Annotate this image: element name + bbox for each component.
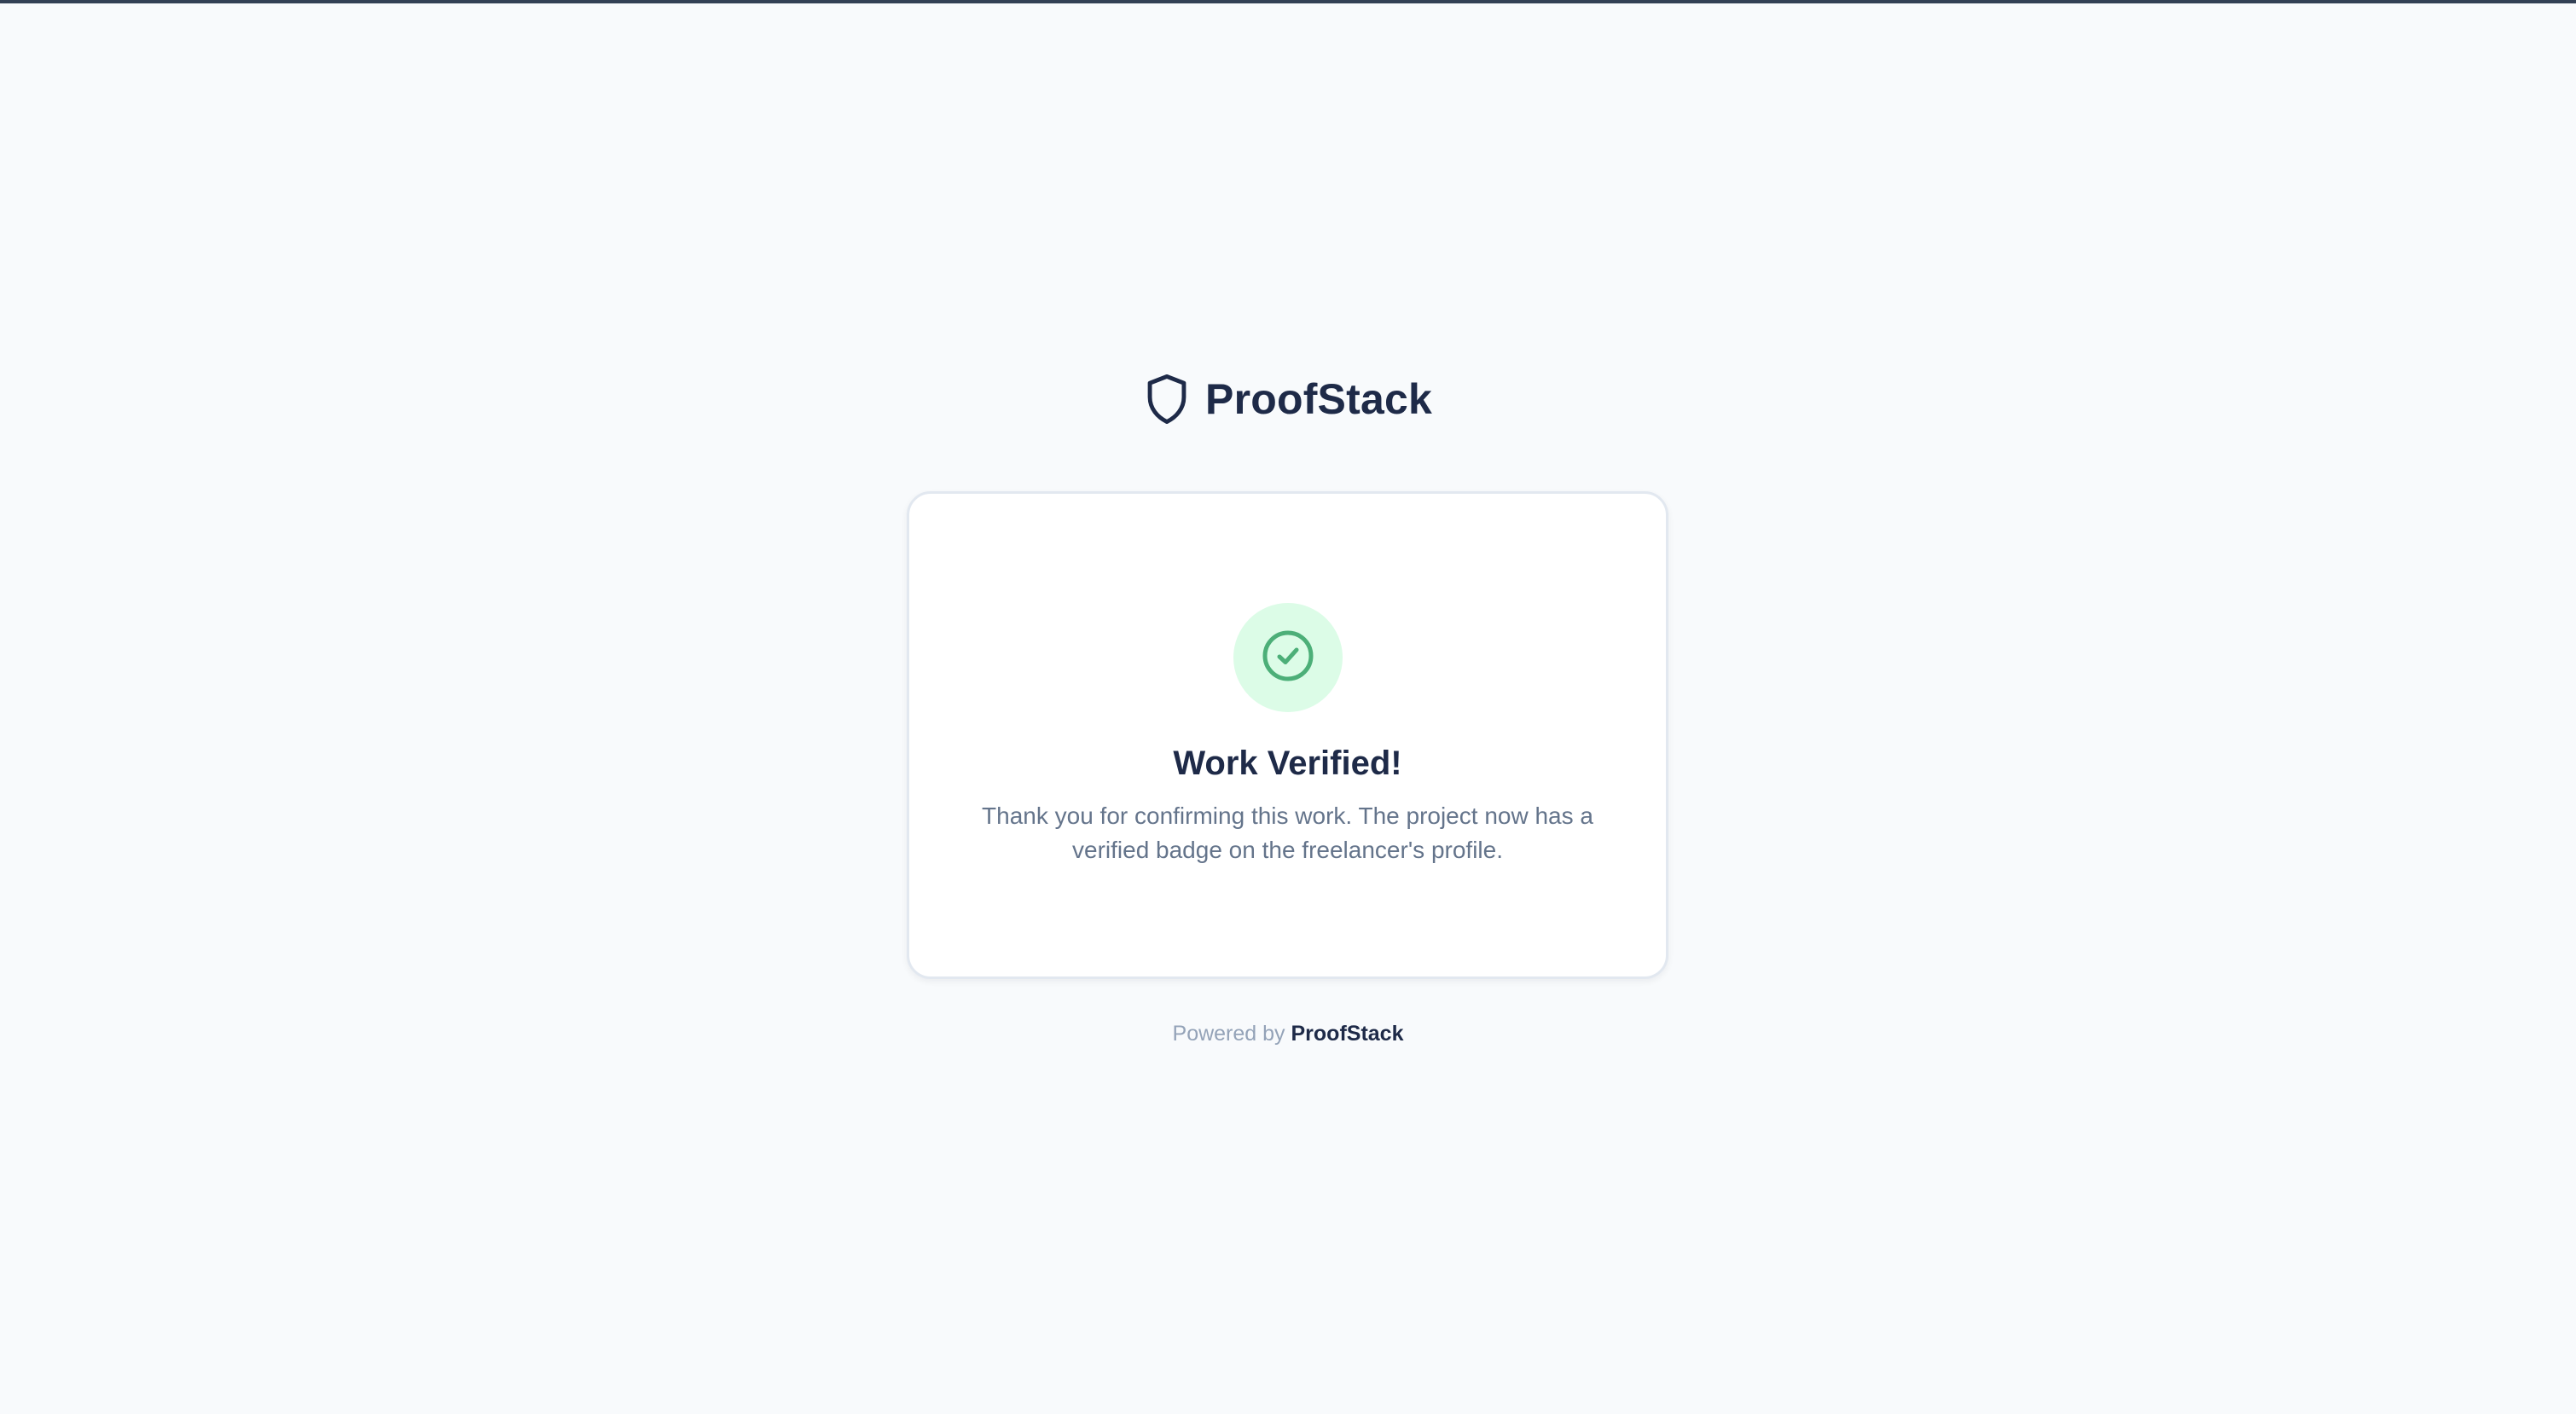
top-border (0, 0, 2576, 3)
shield-icon (1144, 373, 1190, 426)
powered-by-footer: Powered by ProofStack (0, 1018, 2576, 1049)
footer-prefix: Powered by (1172, 1022, 1285, 1046)
brand-header: ProofStack (0, 367, 2576, 432)
card-message: Thank you for confirming this work. The … (982, 803, 1593, 863)
card-title: Work Verified! (1173, 745, 1402, 782)
success-badge (1233, 603, 1343, 712)
footer-brand-link[interactable]: ProofStack (1291, 1022, 1404, 1046)
check-circle-icon (1261, 629, 1315, 687)
brand-name: ProofStack (1205, 375, 1432, 423)
verification-card: Work Verified! Thank you for confirming … (907, 491, 1668, 979)
